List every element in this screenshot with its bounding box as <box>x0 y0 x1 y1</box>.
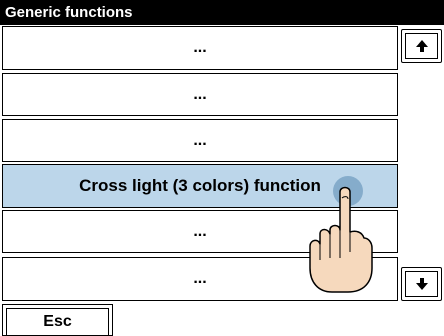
list-item[interactable]: ... <box>2 73 398 116</box>
list-item[interactable]: ... <box>2 119 398 162</box>
scroll-down-button[interactable] <box>401 267 442 301</box>
list-item[interactable]: ... <box>2 26 398 70</box>
list-item-label: ... <box>193 131 207 149</box>
pointing-hand-icon <box>309 176 373 293</box>
list-item-label: Cross light (3 colors) function <box>79 176 321 195</box>
arrow-up-icon <box>415 40 428 52</box>
window-title: Generic functions <box>0 0 444 25</box>
esc-button[interactable]: Esc <box>2 304 113 336</box>
scroll-up-button[interactable] <box>401 29 442 63</box>
list-item-label: ... <box>193 270 207 287</box>
arrow-down-icon <box>415 278 428 290</box>
list-item-label: ... <box>193 222 207 240</box>
list-item-label: ... <box>193 85 207 103</box>
esc-button-label: Esc <box>6 308 109 335</box>
list-item-label: ... <box>193 39 207 56</box>
